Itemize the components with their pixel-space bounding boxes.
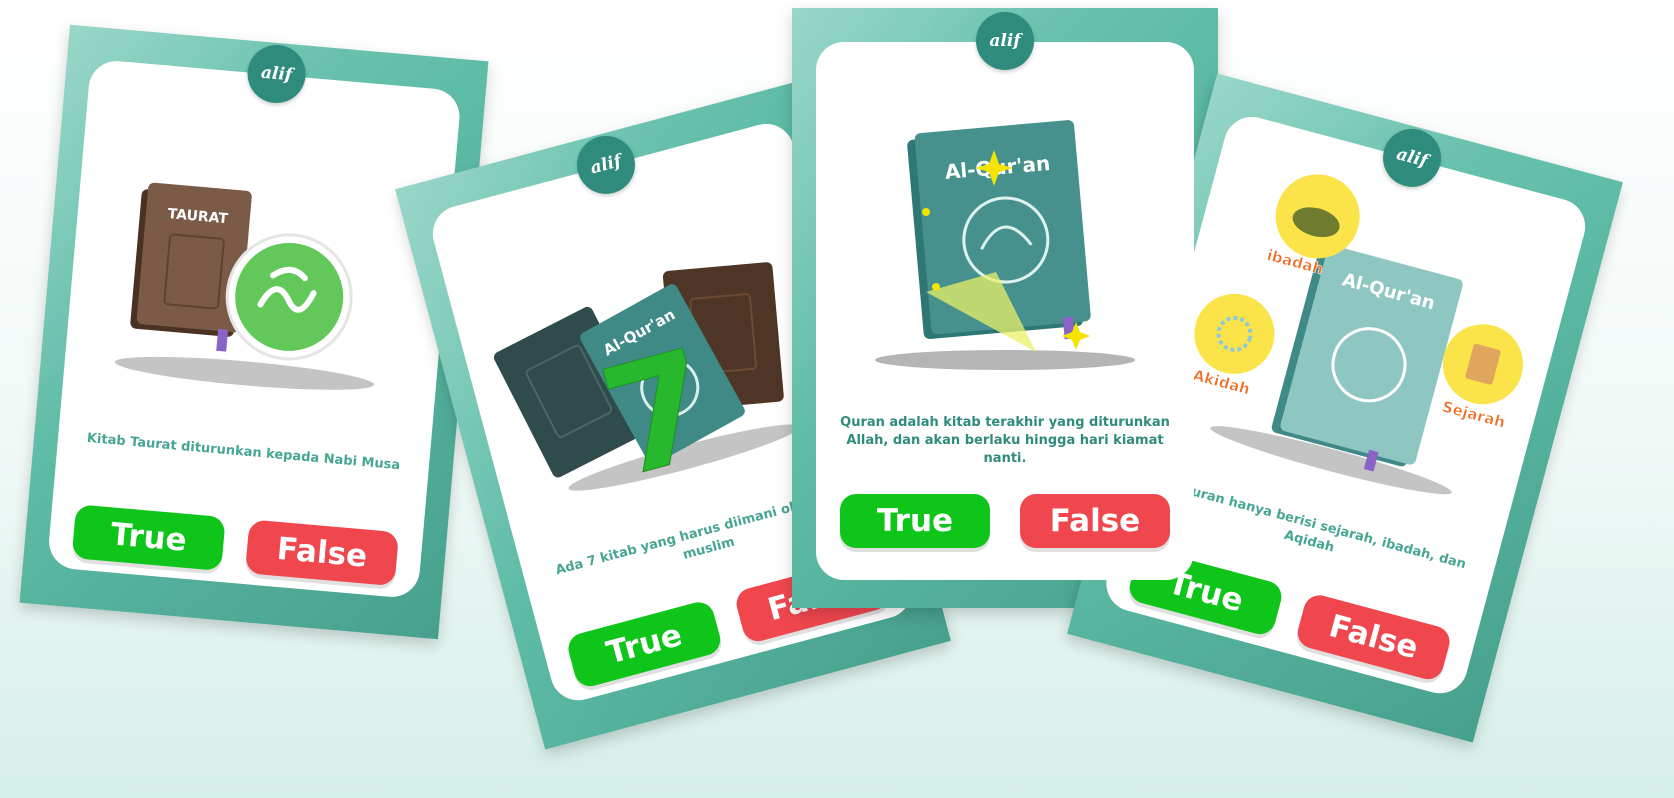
quran-topics-illustration: Al-Qur'an ibadah Akidah Sejarah (1191, 174, 1524, 495)
alif-logo: alif (245, 42, 308, 106)
alif-logo: alif (976, 12, 1034, 70)
card-body: alif TAURAT Kitab Taurat diturunkan kepa… (46, 42, 462, 600)
question-text: Quran adalah kitab terakhir yang diturun… (840, 415, 1170, 466)
true-button[interactable]: True (71, 504, 226, 572)
true-button[interactable]: True (840, 494, 990, 548)
taurat-illustration: TAURAT (114, 182, 374, 390)
card-body: alif Al-Qur'an Quran adalah kitab terakh… (816, 12, 1194, 580)
false-button[interactable]: False (244, 519, 400, 587)
false-button[interactable]: False (1294, 591, 1454, 683)
false-button[interactable]: False (1020, 494, 1170, 548)
akidah-tag: Akidah (1191, 293, 1275, 399)
quran-illustration: Al-Qur'an (875, 120, 1135, 370)
question-text: Kitab Taurat diturunkan kepada Nabi Musa (86, 430, 401, 474)
true-button[interactable]: True (564, 598, 724, 690)
quiz-card-last-book: alif Al-Qur'an Quran adalah kitab terakh… (792, 8, 1218, 608)
quiz-card-taurat: alif TAURAT Kitab Taurat diturunkan kepa… (19, 24, 489, 640)
